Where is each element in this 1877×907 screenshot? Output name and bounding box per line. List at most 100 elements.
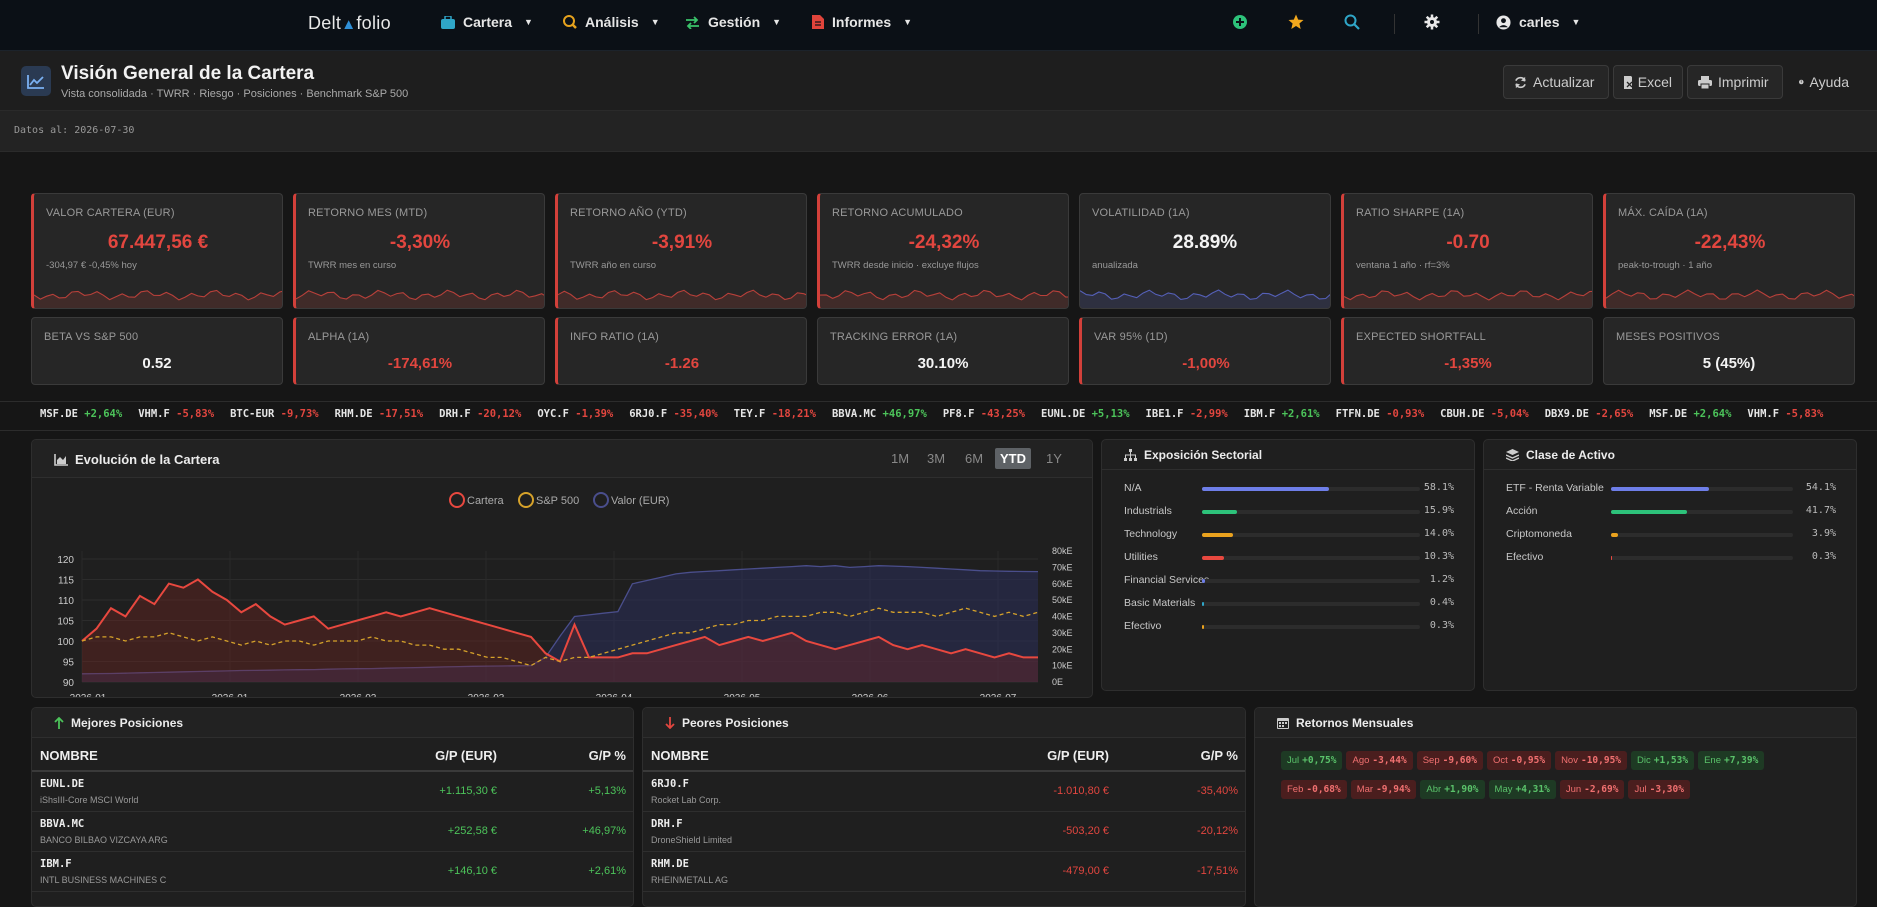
asset-class-header: Clase de Activo	[1484, 440, 1856, 470]
ticker-symbol: 6RJ0.F	[629, 408, 668, 420]
column-pl-pct[interactable]: G/P %	[589, 748, 626, 763]
add-circle-icon[interactable]	[1232, 14, 1248, 30]
range-1y[interactable]: 1Y	[1041, 448, 1067, 469]
help-button[interactable]: ? Ayuda	[1788, 65, 1860, 99]
monthly-returns-panel: Retornos Mensuales Jul +0,75% Ago -3,44% Sep…	[1254, 707, 1857, 907]
legend-label[interactable]: Valor (EUR)	[611, 495, 669, 507]
table-row[interactable]: RHM.DE RHEINMETALL AG -479,00 € -17,51%	[643, 852, 1245, 892]
search-icon[interactable]	[1344, 14, 1360, 30]
ticker-symbol: EUNL.DE	[1041, 408, 1086, 420]
gear-icon[interactable]	[1424, 14, 1440, 30]
column-pl-eur[interactable]: G/P (EUR)	[435, 748, 497, 763]
ticker-symbol: BBVA.MC	[831, 408, 877, 420]
y-right-tick: 20kE	[1052, 644, 1073, 654]
monthly-return-chip[interactable]: Sep -9,60%	[1416, 751, 1483, 770]
refresh-button[interactable]: Actualizar	[1503, 65, 1609, 99]
portfolio-evolution-chart[interactable]: 120 115 110 105 100 95 90 80kE 70kE 60kE 50kE 40kE 3…	[32, 478, 1092, 698]
monthly-return-chip[interactable]: Dic +1,53%	[1631, 751, 1695, 770]
ticker-symbol: VHM.F	[138, 408, 170, 420]
monthly-returns-grid: Jul +0,75% Ago -3,44% Sep -9,60% Oct -0,95% Nov -…	[1281, 751, 1841, 809]
monthly-return-chip[interactable]: Jul +0,75%	[1281, 751, 1343, 770]
ticker-item[interactable]: BBVA.MC +46,97%	[832, 408, 927, 420]
ticker-item[interactable]: DBX9.DE -2,65%	[1545, 408, 1634, 420]
exposure-row: Financial Services 1.2%	[1124, 574, 1454, 588]
monthly-return-chip[interactable]: Ene +7,39%	[1698, 751, 1765, 770]
table-row[interactable]: IBM.F INTL BUSINESS MACHINES C +146,10 € +2…	[32, 852, 633, 892]
exchange-icon	[686, 15, 699, 29]
position-pl-pct: +5,13%	[588, 785, 626, 797]
column-name[interactable]: NOMBRE	[40, 748, 98, 763]
user-menu[interactable]: carles ▼	[1496, 14, 1580, 30]
nav-informes-label: Informes	[832, 14, 892, 30]
ticker-item[interactable]: OYC.F -1,39%	[537, 408, 613, 420]
ticker-item[interactable]: DRH.F -20,12%	[439, 408, 521, 420]
ticker-item[interactable]: IBE1.F -2,99%	[1146, 408, 1228, 420]
monthly-return-chip[interactable]: Ago -3,44%	[1346, 751, 1413, 770]
best-positions-header: Mejores Posiciones	[32, 708, 633, 738]
column-pl-pct[interactable]: G/P %	[1201, 748, 1238, 763]
monthly-return-chip[interactable]: Abr +1,90%	[1420, 780, 1485, 799]
ticker-item[interactable]: MSF.DE +2,64%	[40, 408, 122, 420]
column-pl-eur[interactable]: G/P (EUR)	[1047, 748, 1109, 763]
ticker-change: -5,83%	[176, 408, 215, 420]
monthly-return-chip[interactable]: Feb -0,68%	[1281, 780, 1347, 799]
kpi-label: BETA VS S&P 500	[44, 331, 139, 343]
position-ticker: BBVA.MC	[40, 818, 85, 830]
ticker-item[interactable]: MSF.DE +2,64%	[1649, 408, 1731, 420]
data-date-label: Datos al: 2026-07-30	[14, 125, 135, 136]
exposure-bar-fill	[1202, 625, 1204, 629]
ticker-item[interactable]: EUNL.DE +5,13%	[1041, 408, 1130, 420]
brand-logo[interactable]: Delt▲folio	[308, 13, 391, 34]
month-value: +4,31%	[1515, 784, 1550, 795]
table-row[interactable]: EUNL.DE iShsIII-Core MSCI World +1.115,30 …	[32, 772, 633, 812]
ticker-symbol: DBX9.DE	[1544, 408, 1589, 420]
range-3m[interactable]: 3M	[922, 448, 950, 469]
kpi-card: EXPECTED SHORTFALL -1,35%	[1341, 317, 1593, 385]
ticker-item[interactable]: CBUH.DE -5,04%	[1440, 408, 1529, 420]
monthly-return-chip[interactable]: Jul -3,30%	[1628, 780, 1690, 799]
nav-informes[interactable]: Informes ▼	[812, 14, 912, 30]
kpi-card: RETORNO MES (MTD) -3,30% TWRR mes en curso	[293, 193, 545, 309]
ticker-item[interactable]: BTC-EUR -9,73%	[230, 408, 319, 420]
ticker-change: +2,64%	[1693, 408, 1732, 420]
monthly-return-chip[interactable]: Jun -2,69%	[1559, 780, 1625, 799]
range-1m[interactable]: 1M	[886, 448, 914, 469]
user-circle-icon	[1496, 14, 1511, 30]
ticker-item[interactable]: VHM.F -5,83%	[138, 408, 214, 420]
monthly-return-chip[interactable]: Mar -9,94%	[1350, 780, 1417, 799]
excel-button[interactable]: Excel	[1613, 65, 1683, 99]
x-tick: 2026-01	[70, 693, 107, 698]
range-ytd[interactable]: YTD	[995, 448, 1031, 469]
exposure-bar	[1202, 487, 1420, 491]
table-row[interactable]: BBVA.MC BANCO BILBAO VIZCAYA ARG +252,58 €…	[32, 812, 633, 852]
monthly-return-chip[interactable]: May +4,31%	[1488, 780, 1556, 799]
legend-label[interactable]: Cartera	[467, 495, 505, 507]
position-pl-pct: +2,61%	[588, 865, 626, 877]
ticker-item[interactable]: PF8.F -43,25%	[943, 408, 1025, 420]
kpi-value: -22,43%	[1694, 232, 1766, 253]
layers-icon	[1506, 449, 1519, 461]
table-row[interactable]: 6RJ0.F Rocket Lab Corp. -1.010,80 € -35,40%	[643, 772, 1245, 812]
ticker-item[interactable]: FTFN.DE -0,93%	[1336, 408, 1425, 420]
month-label: Mar	[1356, 784, 1374, 795]
nav-analisis[interactable]: Análisis ▼	[563, 14, 660, 30]
nav-gestion[interactable]: Gestión ▼	[685, 14, 781, 30]
ticker-item[interactable]: 6RJ0.F -35,40%	[629, 408, 718, 420]
monthly-return-chip[interactable]: Nov -10,95%	[1555, 751, 1628, 770]
position-ticker: 6RJ0.F	[651, 778, 689, 790]
ticker-item[interactable]: VHM.F -5,83%	[1747, 408, 1823, 420]
evolution-header: Evolución de la Cartera 1M 3M 6M YTD 1Y	[32, 440, 1092, 478]
print-button[interactable]: Imprimir	[1687, 65, 1783, 99]
star-icon[interactable]	[1288, 14, 1304, 30]
monthly-return-chip[interactable]: Oct -0,95%	[1486, 751, 1552, 770]
exposure-bar	[1611, 510, 1793, 514]
ticker-item[interactable]: TEY.F -18,21%	[734, 408, 816, 420]
column-name[interactable]: NOMBRE	[651, 748, 709, 763]
ticker-item[interactable]: RHM.DE -17,51%	[335, 408, 424, 420]
ticker-item[interactable]: IBM.F +2,61%	[1244, 408, 1320, 420]
asset-class-title-text: Clase de Activo	[1526, 448, 1615, 462]
nav-cartera[interactable]: Cartera ▼	[441, 14, 533, 30]
legend-label[interactable]: S&P 500	[536, 495, 579, 507]
table-row[interactable]: DRH.F DroneShield Limited -503,20 € -20,12%	[643, 812, 1245, 852]
range-6m[interactable]: 6M	[960, 448, 988, 469]
